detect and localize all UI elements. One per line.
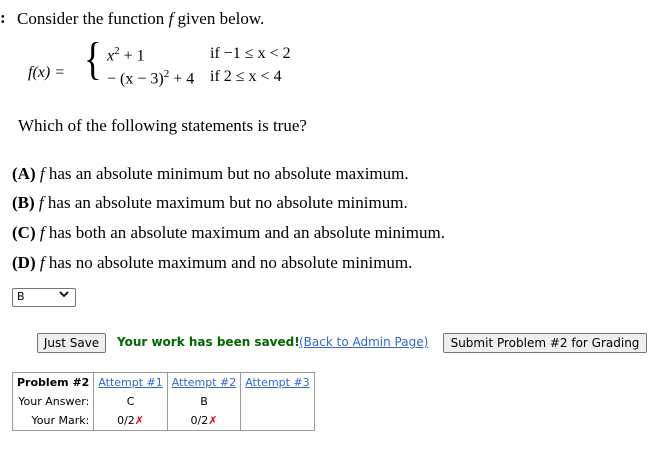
choice-text: has an absolute maximum but no absolute … xyxy=(43,193,408,212)
table-row: Your Mark: 0/2✗ 0/2✗ xyxy=(13,411,315,431)
prompt-suffix: given below. xyxy=(173,9,265,28)
choice-c: (C) f has both an absolute maximum and a… xyxy=(12,223,445,243)
attempt1-link[interactable]: Attempt #1 xyxy=(98,376,162,389)
answer-select[interactable]: B xyxy=(12,288,76,307)
choice-letter: (D) xyxy=(12,253,36,272)
attempt2-header[interactable]: Attempt #2 xyxy=(166,372,241,392)
piecewise-brace: { xyxy=(84,33,102,84)
your-mark-label: Your Mark: xyxy=(31,414,90,427)
problem-prompt: Consider the function f given below. xyxy=(17,9,264,29)
attempt1-mark: 0/2✗ xyxy=(93,411,168,431)
choice-letter: (A) xyxy=(12,164,36,183)
your-answer-label: Your Answer: xyxy=(18,395,90,408)
problem-bullet: : xyxy=(0,8,6,27)
attempt1-answer: C xyxy=(93,392,168,411)
wrong-x-icon: ✗ xyxy=(208,414,218,427)
choice-letter: (C) xyxy=(12,223,36,242)
problem-header: Problem #2 xyxy=(17,376,90,389)
attempt3-link[interactable]: Attempt #3 xyxy=(245,376,309,389)
question-text: Which of the following statements is tru… xyxy=(18,116,307,135)
function-label: f(x) = xyxy=(28,64,65,82)
just-save-button[interactable]: Just Save xyxy=(37,333,106,353)
mark-value: 0/2 xyxy=(190,414,209,427)
mark-value: 0/2 xyxy=(117,414,135,427)
case1-rest: + 1 xyxy=(119,47,145,65)
attempts-table: Problem #2 Attempt #1 Attempt #2 Attempt… xyxy=(12,372,315,431)
case2-rest: + 4 xyxy=(169,70,195,88)
prompt-prefix: Consider the function xyxy=(17,9,169,28)
case2-condition: if 2 ≤ x < 4 xyxy=(210,68,282,85)
case1-condition: if −1 ≤ x < 2 xyxy=(210,45,291,62)
back-to-admin-link[interactable]: (Back to Admin Page) xyxy=(299,335,428,349)
attempt3-header[interactable]: Attempt #3 xyxy=(240,372,315,392)
table-row: Problem #2 Attempt #1 Attempt #2 Attempt… xyxy=(13,372,315,392)
attempt2-mark: 0/2✗ xyxy=(166,411,241,431)
submit-for-grading-button[interactable]: Submit Problem #2 for Grading xyxy=(443,333,647,353)
choice-text: has an absolute minimum but no absolute … xyxy=(44,164,409,183)
attempt3-mark xyxy=(240,411,315,431)
saved-message: Your work has been saved! xyxy=(117,335,300,349)
choice-text: has both an absolute maximum and an abso… xyxy=(44,223,445,242)
choice-d: (D) f has no absolute maximum and no abs… xyxy=(12,253,412,273)
attempt2-answer: B xyxy=(166,392,241,411)
case2-expression: − (x − 3)2 + 4 xyxy=(107,68,194,88)
case2-base: − (x − 3) xyxy=(107,70,164,88)
fx-text: f(x) = xyxy=(28,64,65,81)
choice-text: has no absolute maximum and no absolute … xyxy=(44,253,413,272)
attempt1-header[interactable]: Attempt #1 xyxy=(93,372,168,392)
attempt2-link[interactable]: Attempt #2 xyxy=(172,376,236,389)
choice-a: (A) f has an absolute minimum but no abs… xyxy=(12,164,409,184)
wrong-x-icon: ✗ xyxy=(134,414,144,427)
attempt3-answer xyxy=(240,392,315,411)
case1-expression: x2 + 1 xyxy=(107,45,145,65)
answer-select-value: B xyxy=(17,290,25,303)
choice-letter: (B) xyxy=(12,193,35,212)
table-row: Your Answer: C B xyxy=(13,392,315,411)
choice-b: (B) f has an absolute maximum but no abs… xyxy=(12,193,408,213)
chevron-down-icon xyxy=(59,290,69,301)
